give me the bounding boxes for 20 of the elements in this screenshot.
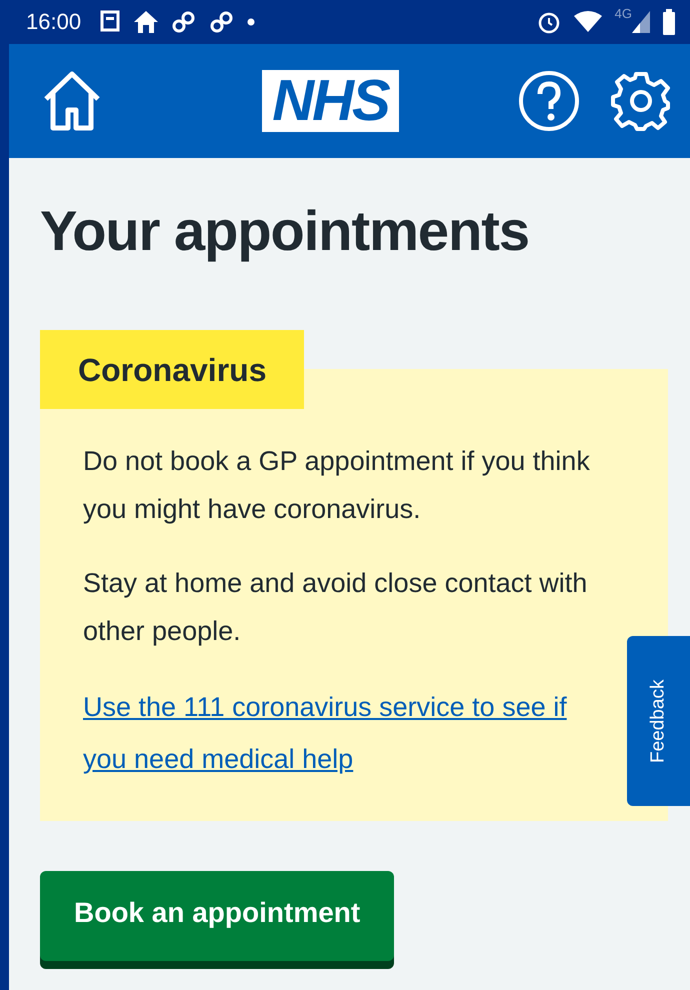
link-icon (171, 10, 198, 34)
signal-icon (632, 11, 650, 33)
wifi-icon (572, 11, 603, 33)
status-time: 16:00 (26, 9, 82, 35)
nhs-logo: NHS (262, 70, 399, 132)
battery-icon (662, 9, 676, 35)
home-icon (133, 10, 160, 34)
dot-icon (247, 18, 256, 26)
callout-label: Coronavirus (40, 330, 304, 409)
callout-text: Stay at home and avoid close contact with other people. (83, 567, 588, 648)
help-icon[interactable] (518, 70, 580, 132)
book-button[interactable]: Book an appointment (40, 871, 394, 961)
news-icon (99, 10, 122, 34)
feedback-tab[interactable]: Feedback (627, 636, 690, 806)
network-label: 4G (614, 6, 632, 21)
page-title: Your appointments (40, 198, 530, 264)
link-icon (209, 10, 236, 34)
service-link[interactable]: Use the 111 coronavirus service to see if you need medical help (83, 681, 610, 785)
callout-text: Do not book a GP appointment if you think you might have coronavirus. (83, 445, 591, 526)
settings-icon[interactable] (610, 70, 672, 132)
